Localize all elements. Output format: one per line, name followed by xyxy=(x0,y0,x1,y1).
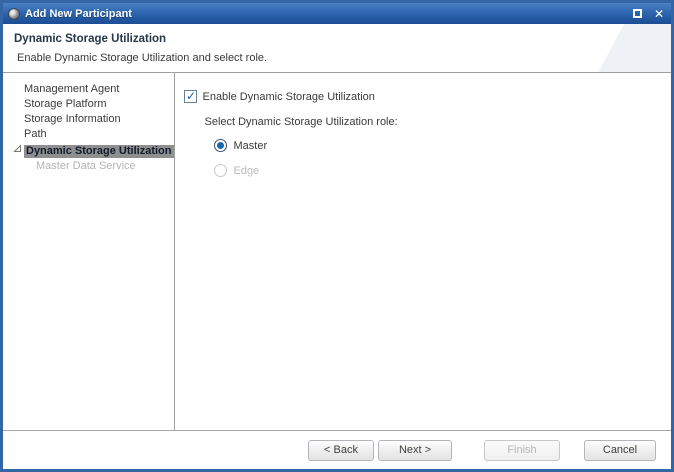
sidebar-item-path[interactable]: Path xyxy=(3,127,174,142)
header-swoosh-decoration xyxy=(551,24,671,73)
page-content: ✓ Enable Dynamic Storage Utilization Sel… xyxy=(175,73,671,430)
edge-radio xyxy=(214,164,227,177)
enable-dsu-checkbox-label[interactable]: Enable Dynamic Storage Utilization xyxy=(202,91,374,103)
enable-dsu-checkbox[interactable]: ✓ xyxy=(184,90,197,103)
finish-button: Finish xyxy=(484,440,560,461)
sidebar-item-label: Dynamic Storage Utilization xyxy=(24,145,174,158)
wizard-button-bar: < Back Next > Finish Cancel xyxy=(3,430,671,469)
checkmark-icon: ✓ xyxy=(186,91,196,101)
tree-expander-icon[interactable] xyxy=(13,143,22,158)
titlebar[interactable]: Add New Participant ✕ xyxy=(3,3,671,24)
window-title: Add New Participant xyxy=(25,8,633,20)
radio-dot xyxy=(217,142,224,149)
sidebar-item-dynamic-storage-utilization[interactable]: Dynamic Storage Utilization xyxy=(3,143,174,158)
wizard-header: Dynamic Storage Utilization Enable Dynam… xyxy=(3,24,671,73)
master-radio[interactable] xyxy=(214,139,227,152)
maximize-icon[interactable] xyxy=(633,9,642,18)
page-subtitle: Enable Dynamic Storage Utilization and s… xyxy=(17,52,671,64)
sidebar-item-master-data-service: Master Data Service xyxy=(3,159,174,174)
role-prompt-label: Select Dynamic Storage Utilization role: xyxy=(204,116,671,128)
back-button[interactable]: < Back xyxy=(308,440,374,461)
add-new-participant-dialog: Add New Participant ✕ Dynamic Storage Ut… xyxy=(0,0,674,472)
participant-icon xyxy=(8,8,20,20)
sidebar-item-storage-information[interactable]: Storage Information xyxy=(3,112,174,127)
sidebar-item-management-agent[interactable]: Management Agent xyxy=(3,82,174,97)
wizard-steps-sidebar: Management Agent Storage Platform Storag… xyxy=(3,73,175,430)
close-icon[interactable]: ✕ xyxy=(654,8,664,20)
page-title: Dynamic Storage Utilization xyxy=(14,33,671,45)
master-radio-label[interactable]: Master xyxy=(233,140,267,152)
next-button[interactable]: Next > xyxy=(378,440,452,461)
cancel-button[interactable]: Cancel xyxy=(584,440,656,461)
main-area: Management Agent Storage Platform Storag… xyxy=(3,73,671,430)
edge-radio-label: Edge xyxy=(233,165,259,177)
sidebar-item-storage-platform[interactable]: Storage Platform xyxy=(3,97,174,112)
